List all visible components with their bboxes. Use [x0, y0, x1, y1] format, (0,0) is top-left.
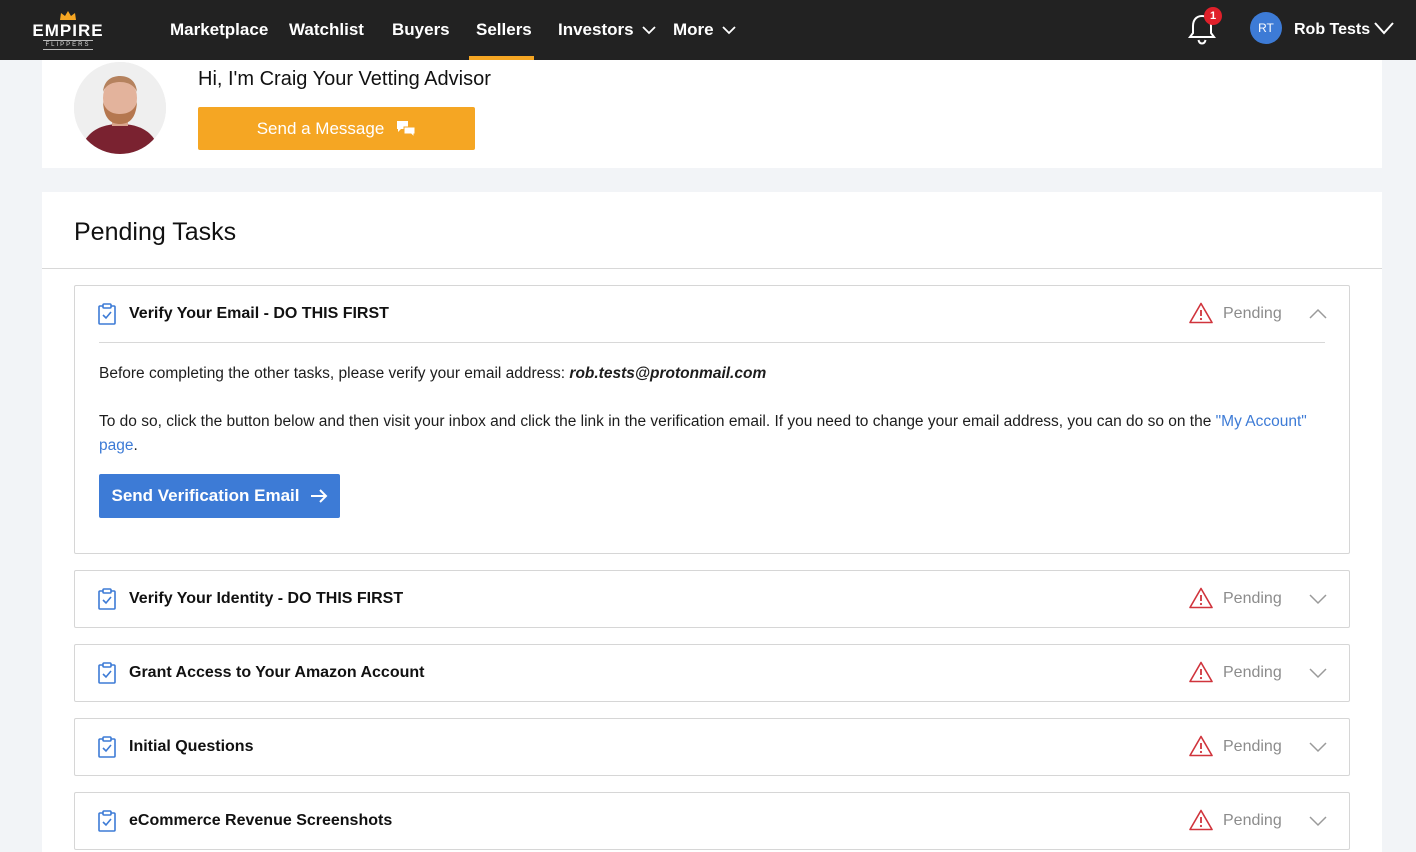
pending-tasks-title: Pending Tasks: [74, 218, 237, 246]
task-status: Pending: [1223, 305, 1282, 322]
task-grant-amazon-access: Grant Access to Your Amazon Account Pend…: [74, 644, 1350, 702]
notification-badge: 1: [1204, 7, 1222, 25]
task-title: Verify Your Identity - DO THIS FIRST: [129, 590, 404, 607]
nav-watchlist-label: Watchlist: [289, 20, 364, 39]
instruction-text: Before completing the other tasks, pleas…: [99, 365, 570, 382]
pending-tasks-card: Pending Tasks Verify Your Email - DO THI…: [42, 192, 1382, 852]
nav-more[interactable]: More: [673, 0, 736, 60]
chevron-down-icon: [721, 25, 736, 34]
user-avatar[interactable]: RT: [1250, 12, 1282, 44]
task-header[interactable]: Verify Your Identity - DO THIS FIRST Pen…: [75, 571, 1349, 627]
task-status: Pending: [1223, 812, 1282, 829]
logo-word: EMPIRE: [32, 20, 104, 40]
task-verify-identity: Verify Your Identity - DO THIS FIRST Pen…: [74, 570, 1350, 628]
nav-investors-label: Investors: [558, 20, 634, 39]
verify-email-steps: To do so, click the button below and the…: [99, 410, 1325, 458]
user-name[interactable]: Rob Tests: [1294, 0, 1370, 60]
nav-more-label: More: [673, 20, 714, 39]
user-email: rob.tests@protonmail.com: [569, 365, 767, 382]
task-header[interactable]: Verify Your Email - DO THIS FIRST Pendin…: [75, 286, 1349, 342]
nav-sellers[interactable]: Sellers: [476, 0, 532, 60]
chevron-down-icon[interactable]: [1309, 667, 1327, 679]
steps-text-end: .: [133, 437, 138, 454]
verify-email-instructions: Before completing the other tasks, pleas…: [99, 362, 1325, 386]
task-header[interactable]: Grant Access to Your Amazon Account Pend…: [75, 645, 1349, 701]
chevron-down-icon[interactable]: [1309, 741, 1327, 753]
logo-subword: FLIPPERS: [43, 39, 93, 50]
task-title: Initial Questions: [129, 738, 254, 755]
task-title: eCommerce Revenue Screenshots: [129, 812, 393, 829]
arrow-right-icon: [310, 489, 327, 503]
task-divider: [99, 342, 1325, 343]
task-body: Before completing the other tasks, pleas…: [75, 342, 1349, 556]
warning-triangle-icon: [1189, 302, 1213, 324]
task-header[interactable]: Initial Questions Pending: [75, 719, 1349, 775]
nav-buyers[interactable]: Buyers: [392, 0, 450, 60]
send-verification-label: Send Verification Email: [111, 486, 300, 505]
vetting-advisor-card: Hi, I'm Craig Your Vetting Advisor Send …: [42, 60, 1382, 168]
chat-bubbles-icon: [397, 120, 416, 138]
nav-sellers-label: Sellers: [476, 20, 532, 39]
task-status: Pending: [1223, 590, 1282, 607]
advisor-title: Hi, I'm Craig Your Vetting Advisor: [198, 68, 491, 90]
send-verification-email-button[interactable]: Send Verification Email: [99, 474, 340, 518]
nav-marketplace-label: Marketplace: [170, 20, 269, 39]
clipboard-check-icon: [98, 588, 116, 610]
section-divider: [42, 268, 1382, 269]
task-header[interactable]: eCommerce Revenue Screenshots Pending: [75, 793, 1349, 849]
warning-triangle-icon: [1189, 661, 1213, 683]
chevron-up-icon[interactable]: [1309, 308, 1327, 320]
crown-icon: [60, 10, 76, 20]
task-status: Pending: [1223, 664, 1282, 681]
nav-marketplace[interactable]: Marketplace: [170, 0, 268, 60]
send-message-button[interactable]: Send a Message: [198, 107, 475, 150]
steps-text: To do so, click the button below and the…: [99, 413, 1216, 430]
task-ecommerce-revenue-screenshots: eCommerce Revenue Screenshots Pending: [74, 792, 1350, 850]
clipboard-check-icon: [98, 303, 116, 325]
empire-flippers-logo[interactable]: EMPIRE FLIPPERS: [28, 8, 108, 52]
chevron-down-icon[interactable]: [1309, 593, 1327, 605]
warning-triangle-icon: [1189, 735, 1213, 757]
clipboard-check-icon: [98, 662, 116, 684]
nav-watchlist[interactable]: Watchlist: [289, 0, 364, 60]
chevron-down-icon: [641, 25, 656, 34]
warning-triangle-icon: [1189, 587, 1213, 609]
task-title: Grant Access to Your Amazon Account: [129, 664, 425, 681]
clipboard-check-icon: [98, 810, 116, 832]
chevron-down-icon[interactable]: [1309, 815, 1327, 827]
task-title: Verify Your Email - DO THIS FIRST: [129, 305, 389, 322]
nav-buyers-label: Buyers: [392, 20, 450, 39]
clipboard-check-icon: [98, 736, 116, 758]
task-status: Pending: [1223, 738, 1282, 755]
send-message-label: Send a Message: [256, 118, 385, 138]
nav-investors[interactable]: Investors: [558, 0, 656, 60]
advisor-portrait-icon: [74, 62, 166, 154]
user-menu-chevron-icon[interactable]: [1374, 21, 1394, 35]
top-nav-bar: EMPIRE FLIPPERS Marketplace Watchlist Bu…: [0, 0, 1416, 60]
warning-triangle-icon: [1189, 809, 1213, 831]
task-verify-email: Verify Your Email - DO THIS FIRST Pendin…: [74, 285, 1350, 554]
task-initial-questions: Initial Questions Pending: [74, 718, 1350, 776]
advisor-avatar: [74, 62, 166, 154]
